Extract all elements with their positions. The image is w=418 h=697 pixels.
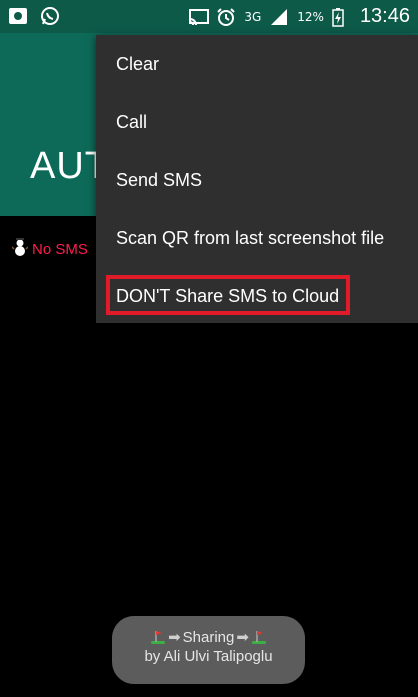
toast-sharing-text: Sharing xyxy=(182,628,235,646)
golf-flag-icon xyxy=(150,629,166,645)
menu-item-scan-qr[interactable]: Scan QR from last screenshot file xyxy=(96,209,418,267)
right-arrow-icon: ➡ xyxy=(168,629,181,646)
whatsapp-icon xyxy=(40,6,60,26)
menu-item-label: Call xyxy=(116,111,148,132)
screenshot-icon xyxy=(8,6,28,26)
golf-flag-icon xyxy=(251,629,267,645)
snowman-icon xyxy=(11,238,29,260)
battery-percent: 12% xyxy=(297,9,324,24)
toast-author: by Ali Ulvi Talipoglu xyxy=(144,648,273,665)
menu-item-label: Scan QR from last screenshot file xyxy=(116,227,385,248)
status-bar-right: 3G 12% 13:46 xyxy=(188,0,410,33)
menu-item-send-sms[interactable]: Send SMS xyxy=(96,151,418,209)
status-bar: 3G 12% 13:46 xyxy=(0,0,418,33)
network-type: 3G xyxy=(244,9,262,24)
highlight-box xyxy=(106,275,350,315)
sms-status-text: No SMS xyxy=(32,240,88,258)
clock: 13:46 xyxy=(359,5,410,27)
status-bar-left xyxy=(8,6,60,26)
alarm-icon xyxy=(216,7,236,27)
overflow-menu: Clear Call Send SMS Scan QR from last sc… xyxy=(96,35,418,323)
battery-charging-icon xyxy=(332,7,352,27)
signal-icon xyxy=(269,7,289,27)
toast-line1: ➡ Sharing ➡ xyxy=(112,628,305,646)
menu-item-label: Send SMS xyxy=(116,169,203,190)
sms-status: No SMS xyxy=(11,238,88,260)
cast-icon xyxy=(188,7,210,27)
menu-item-call[interactable]: Call xyxy=(96,93,418,151)
menu-item-label: Clear xyxy=(116,53,160,74)
right-arrow-icon: ➡ xyxy=(236,629,249,646)
toast: ➡ Sharing ➡ by Ali Ulvi Talipoglu xyxy=(112,616,305,684)
menu-item-clear[interactable]: Clear xyxy=(96,35,418,93)
